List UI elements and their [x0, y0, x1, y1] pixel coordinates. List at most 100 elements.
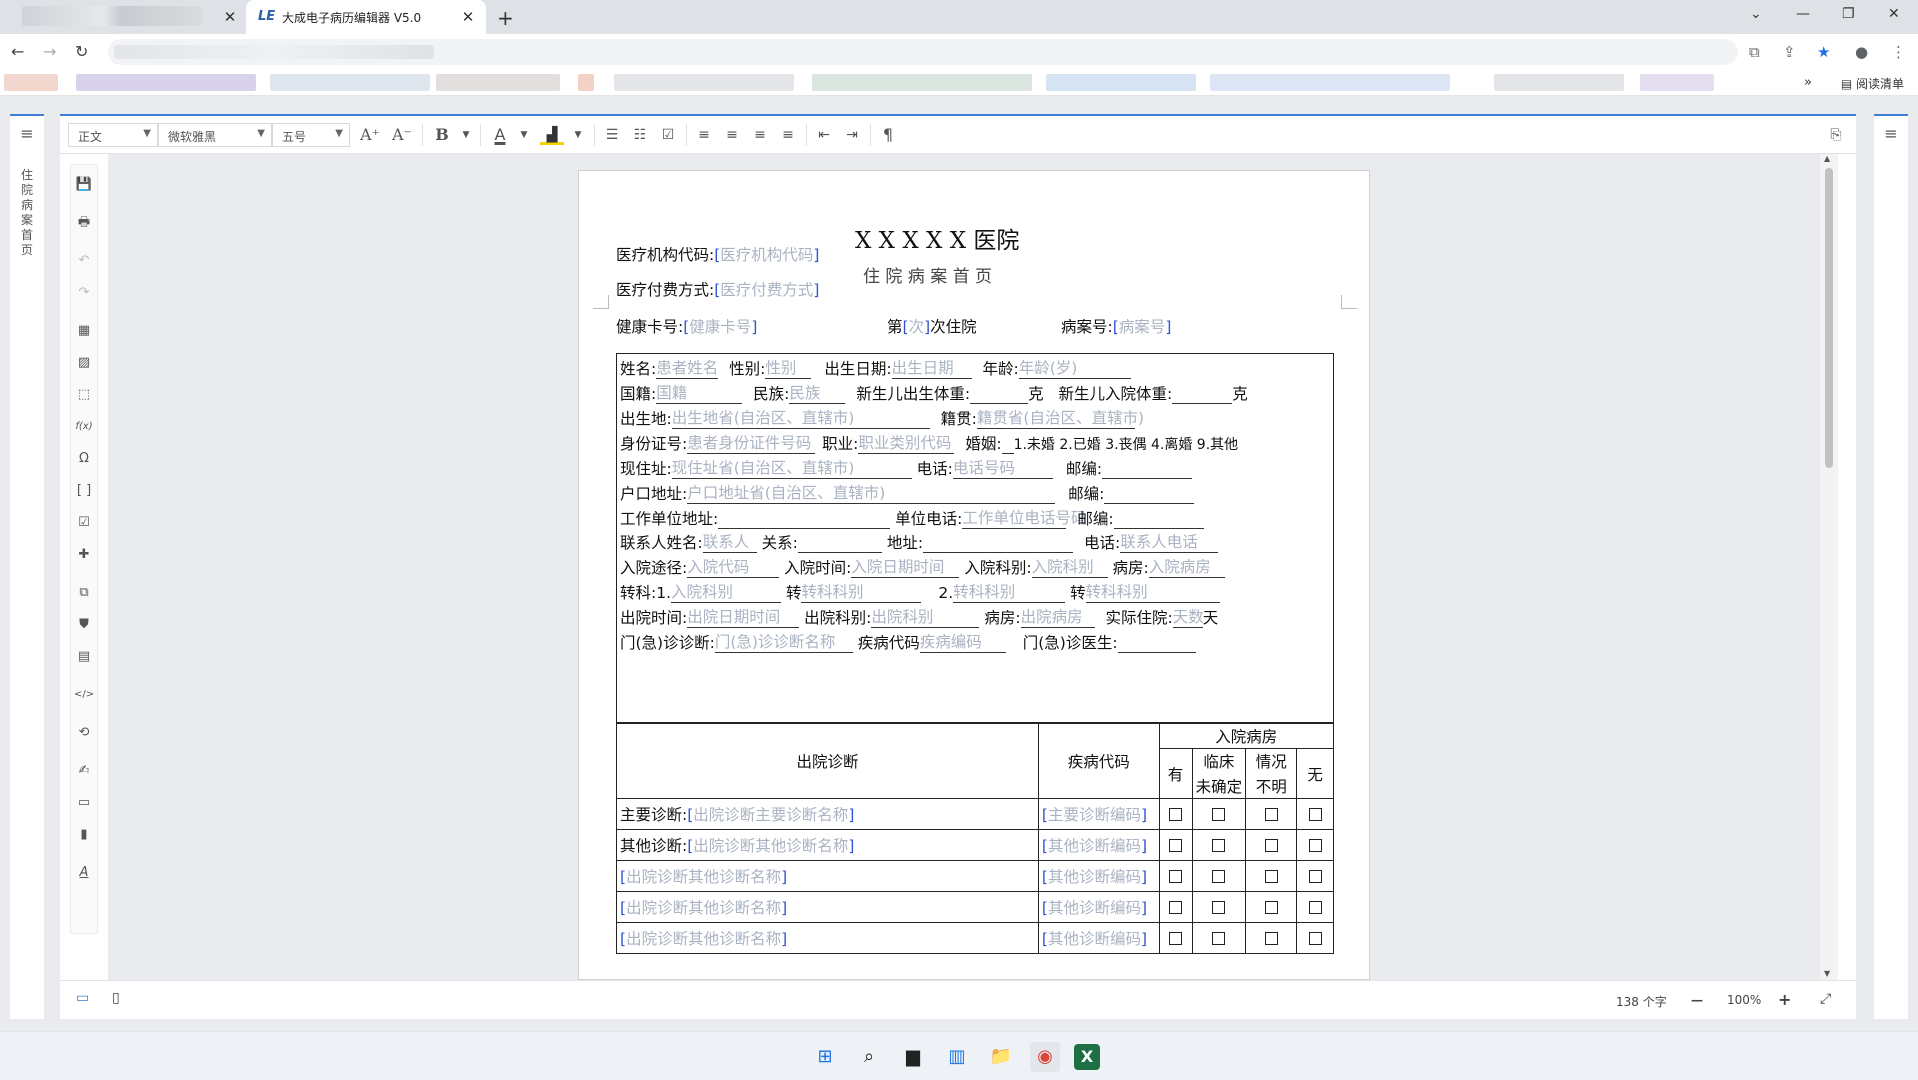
transfer-to-2-field[interactable]: 转科科别 [1085, 580, 1220, 603]
font-size-select[interactable]: 五号 ▼ [272, 123, 350, 147]
chevron-down-icon[interactable]: ▼ [512, 123, 536, 147]
widgets-icon[interactable]: ▥ [942, 1042, 972, 1072]
checkbox-no[interactable] [1308, 870, 1322, 883]
chevron-down-icon[interactable]: ▼ [454, 123, 478, 147]
diagnosis-cell[interactable]: 主要诊断:[出院诊断主要诊断名称] [616, 798, 1039, 830]
transfer-from-2-field[interactable]: 转科科别 [953, 580, 1066, 603]
document-icon[interactable]: ▤ [74, 647, 94, 667]
checkbox-no[interactable] [1308, 808, 1322, 821]
age-field[interactable]: 年龄(岁) [1018, 356, 1131, 379]
phone-field[interactable]: 电话号码 [952, 456, 1053, 479]
admission-dept-field[interactable]: 入院科别 [1031, 555, 1108, 578]
text-style-icon[interactable]: A [74, 863, 94, 883]
diagnosis-cell[interactable]: [出院诊断其他诊断名称] [616, 891, 1039, 923]
nationality-field[interactable]: 国籍 [656, 381, 743, 404]
checkbox-field-icon[interactable]: ☑ [74, 513, 94, 533]
redo-icon[interactable]: ↷ [74, 283, 94, 303]
align-left-icon[interactable]: ≡ [692, 123, 716, 147]
admission-route-field[interactable]: 入院代码 [687, 555, 780, 578]
admission-ward-field[interactable]: 入院病房 [1148, 555, 1225, 578]
case-field[interactable]: 病案号 [1119, 318, 1166, 336]
chrome-icon[interactable]: ◉ [1030, 1042, 1060, 1072]
search-icon[interactable]: ⌕ [854, 1042, 884, 1072]
checkbox-no[interactable] [1308, 901, 1322, 914]
bookmark-item[interactable] [812, 74, 1032, 91]
plus-icon[interactable]: ✚ [74, 545, 94, 565]
profile-icon[interactable]: ● [1855, 43, 1868, 61]
bookmark-star-icon[interactable]: ★ [1817, 43, 1830, 61]
bookmark-item[interactable] [1494, 74, 1624, 91]
bookmark-item[interactable] [578, 74, 594, 91]
outpatient-code-field[interactable]: 疾病编码 [919, 630, 1006, 653]
contact-name-field[interactable]: 联系人 [702, 530, 757, 553]
id-card-icon[interactable]: ▭ [74, 793, 94, 813]
font-family-select[interactable]: 微软雅黑 ▼ [158, 123, 272, 147]
bookmark-item[interactable] [1640, 74, 1714, 91]
occupation-field[interactable]: 职业类别代码 [858, 431, 955, 454]
copy-icon[interactable]: ⧉ [74, 583, 94, 603]
history-icon[interactable]: ⟲ [74, 723, 94, 743]
diagnosis-cell[interactable]: [出院诊断其他诊断名称] [616, 860, 1039, 892]
tab-search-icon[interactable]: ⌄ [1750, 6, 1762, 22]
translate-icon[interactable]: ⧉ [1749, 43, 1760, 61]
bookmark-item[interactable] [1046, 74, 1196, 91]
marital-status-field[interactable] [1001, 453, 1014, 454]
checkbox-yes[interactable] [1169, 870, 1183, 883]
transfer-from-1-field[interactable]: 入院科别 [671, 580, 782, 603]
checkbox-no[interactable] [1308, 839, 1322, 852]
file-explorer-icon[interactable]: 📁 [986, 1042, 1016, 1072]
bookmark-item[interactable] [4, 74, 58, 91]
checkbox-clinical[interactable] [1212, 901, 1226, 914]
scroll-up-icon[interactable]: ▲ [1824, 154, 1830, 163]
patient-name-field[interactable]: 患者姓名 [656, 356, 718, 379]
code-cell[interactable]: [其他诊断编码] [1037, 891, 1160, 923]
current-address-field[interactable]: 现住址省(自治区、直辖市) [671, 456, 912, 479]
card-field[interactable]: 健康卡号 [689, 318, 751, 336]
task-view-icon[interactable]: ▆ [898, 1042, 928, 1072]
zip-field[interactable] [1102, 478, 1193, 479]
mobile-view-icon[interactable]: ▯ [112, 990, 120, 1006]
increase-indent-icon[interactable]: ⇥ [840, 123, 864, 147]
image-icon[interactable]: ▨ [74, 353, 94, 373]
code-cell[interactable]: [其他诊断编码] [1037, 922, 1160, 954]
diagnosis-cell[interactable]: [出院诊断其他诊断名称] [616, 922, 1039, 954]
save-icon[interactable]: 💾 [74, 175, 94, 195]
checkbox-unknown[interactable] [1264, 839, 1278, 852]
frame-icon[interactable]: ⬚ [74, 385, 94, 405]
diagnosis-cell[interactable]: 其他诊断:[出院诊断其他诊断名称] [616, 829, 1039, 861]
start-icon[interactable]: ⊞ [810, 1042, 840, 1072]
chevron-down-icon[interactable]: ▼ [566, 123, 590, 147]
contact-address-field[interactable] [923, 552, 1074, 553]
paragraph-style-select[interactable]: 正文 ▼ [68, 123, 158, 147]
formula-icon[interactable]: f(x) [74, 417, 94, 437]
zoom-in-icon[interactable]: + [1778, 990, 1791, 1009]
undo-icon[interactable]: ↶ [74, 251, 94, 271]
household-address-field[interactable]: 户口地址省(自治区、直辖市) [687, 481, 1056, 504]
reload-icon[interactable]: ↻ [75, 42, 88, 61]
discharge-time-field[interactable]: 出院日期时间 [687, 605, 800, 628]
bookmarks-overflow-icon[interactable]: » [1804, 75, 1812, 90]
bookmark-item[interactable] [614, 74, 794, 91]
zoom-out-icon[interactable]: — [1691, 993, 1703, 1007]
checkbox-yes[interactable] [1169, 839, 1183, 852]
discharge-dept-field[interactable]: 出院科别 [871, 605, 980, 628]
native-place-field[interactable]: 籍贯省(自治区、直辖市) [976, 406, 1144, 429]
checkbox-clinical[interactable] [1212, 870, 1226, 883]
checkbox-clinical[interactable] [1212, 808, 1226, 821]
newborn-admit-weight-field[interactable] [1172, 403, 1233, 404]
checkbox-yes[interactable] [1169, 808, 1183, 821]
admission-time-field[interactable]: 入院日期时间 [851, 555, 960, 578]
scroll-down-icon[interactable]: ▼ [1824, 969, 1830, 978]
comment-panel-icon[interactable]: ⎘ [1824, 123, 1848, 147]
minimize-icon[interactable]: — [1796, 6, 1810, 22]
birthplace-field[interactable]: 出生地省(自治区、直辖市) [671, 406, 930, 429]
font-color-icon[interactable]: A [488, 123, 512, 147]
stay-days-field[interactable]: 天数 [1172, 605, 1204, 628]
decrease-indent-icon[interactable]: ⇤ [812, 123, 836, 147]
bookmark-item[interactable] [270, 74, 430, 91]
window-close-icon[interactable]: ✕ [1888, 6, 1900, 22]
back-icon[interactable]: ← [11, 42, 24, 61]
checkbox-unknown[interactable] [1264, 808, 1278, 821]
bold-icon[interactable]: B [430, 123, 454, 147]
relation-field[interactable] [797, 552, 882, 553]
